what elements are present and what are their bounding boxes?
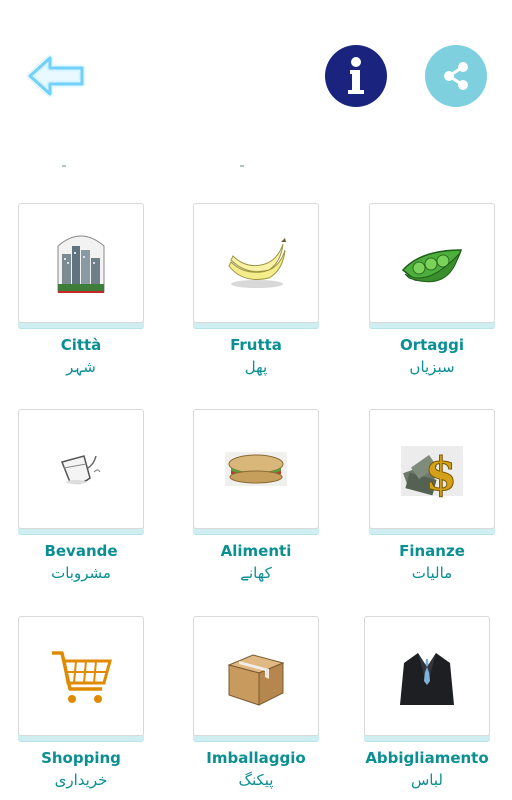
money-icon: $	[401, 446, 463, 500]
category-label-italian: Ortaggi	[399, 336, 465, 354]
category-label-urdu: خریداری	[54, 771, 108, 789]
svg-text:$: $	[425, 447, 457, 500]
category-label-urdu: شہر	[66, 358, 96, 376]
category-card-finanze[interactable]: $ Finanze مالیات	[369, 409, 495, 582]
box-icon	[227, 654, 285, 706]
category-label-italian: Città	[60, 336, 102, 354]
category-card-abbigliamento[interactable]: Abbigliamento لباس	[364, 616, 490, 789]
category-label-urdu: سبزیاں	[409, 358, 455, 376]
category-card-imballaggio[interactable]: Imballaggio پیکنگ	[193, 616, 319, 789]
category-label-italian: Finanze	[399, 542, 465, 560]
city-icon	[57, 235, 105, 293]
category-label-italian: Abbigliamento	[365, 749, 489, 767]
card-frame[interactable]	[18, 616, 144, 736]
category-label-italian: Imballaggio	[206, 749, 306, 767]
category-label-urdu: پیکنگ	[238, 771, 274, 789]
card-frame[interactable]: $	[369, 409, 495, 529]
card-frame[interactable]	[369, 203, 495, 323]
suit-icon	[400, 653, 454, 705]
card-frame[interactable]	[18, 409, 144, 529]
category-label-urdu: لباس	[411, 771, 443, 789]
category-label-italian: Frutta	[230, 336, 282, 354]
banana-icon	[228, 238, 286, 288]
card-frame[interactable]	[193, 203, 319, 323]
category-grid: Città شہر Frutta پھل Ortaggi سبزیاں Beva…	[0, 0, 512, 800]
category-label-urdu: مالیات	[411, 564, 453, 582]
category-label-italian: Shopping	[41, 749, 121, 767]
card-frame[interactable]	[193, 616, 319, 736]
category-card-bevande[interactable]: Bevande مشروبات	[18, 409, 144, 582]
sandwich-icon	[225, 452, 287, 486]
card-frame[interactable]	[18, 203, 144, 323]
card-frame[interactable]	[193, 409, 319, 529]
category-label-italian: Alimenti	[220, 542, 292, 560]
category-card-frutta[interactable]: Frutta پھل	[193, 203, 319, 376]
category-label-urdu: مشروبات	[51, 564, 111, 582]
shopping-cart-icon	[52, 651, 112, 703]
category-label-urdu: پھل	[244, 358, 268, 376]
category-card-shopping[interactable]: Shopping خریداری	[18, 616, 144, 789]
category-label-italian: Bevande	[44, 542, 118, 560]
drink-glass-icon	[60, 455, 101, 485]
category-card-ortaggi[interactable]: Ortaggi سبزیاں	[369, 203, 495, 376]
category-label-urdu: کھانے	[240, 564, 272, 582]
category-card-alimenti[interactable]: Alimenti کھانے	[193, 409, 319, 582]
peas-icon	[401, 249, 463, 283]
category-card-citta[interactable]: Città شہر	[18, 203, 144, 376]
card-frame[interactable]	[364, 616, 490, 736]
